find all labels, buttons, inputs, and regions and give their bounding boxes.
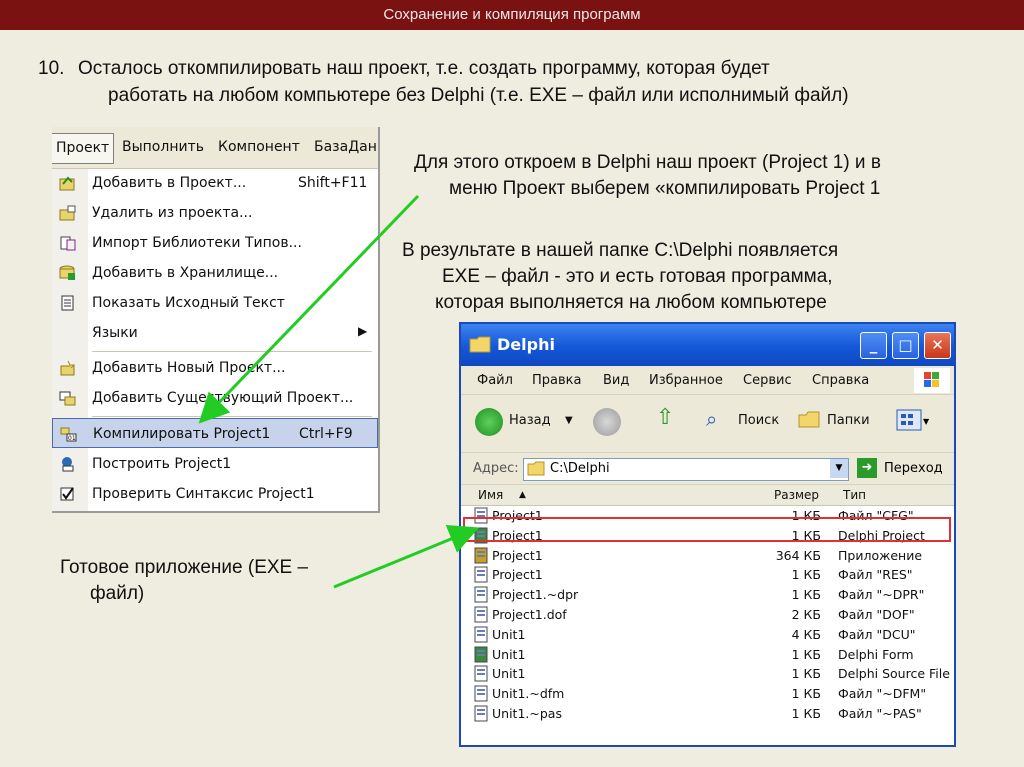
arrow-to-compile-item <box>198 194 420 424</box>
annotation-arrows <box>198 194 480 589</box>
arrow-to-exe-file <box>333 524 480 589</box>
